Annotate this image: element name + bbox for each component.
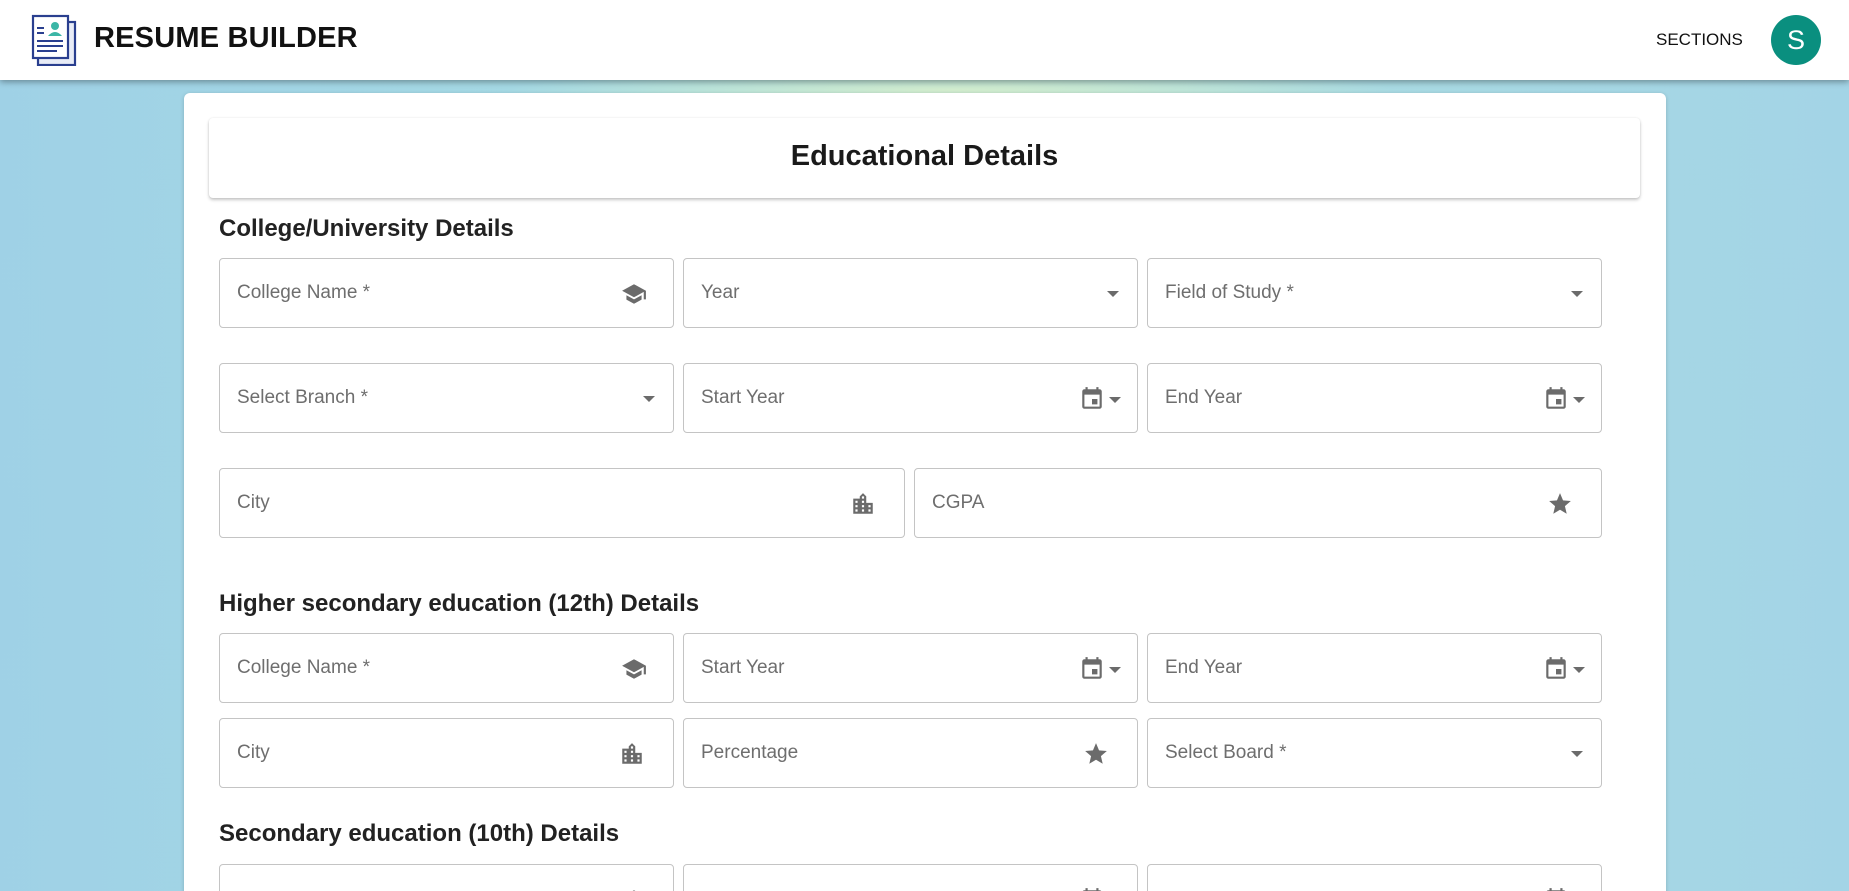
higher-secondary-heading: Higher secondary education (12th) Detail… — [219, 590, 700, 617]
calendar-icon[interactable] — [1543, 886, 1591, 891]
sec-start-year-picker[interactable] — [683, 864, 1138, 891]
app-bar: RESUME BUILDER SECTIONS S — [0, 0, 1849, 80]
hs-end-year-picker[interactable]: End Year — [1147, 633, 1602, 703]
calendar-icon[interactable] — [1543, 385, 1591, 413]
cgpa-label: CGPA — [932, 492, 985, 513]
percentage-label: Percentage — [701, 742, 799, 763]
college-end-year-picker[interactable]: End Year — [1147, 363, 1602, 433]
secondary-heading: Secondary education (10th) Details — [219, 820, 620, 847]
board-select[interactable]: Select Board * — [1147, 718, 1602, 788]
app-title: RESUME BUILDER — [94, 22, 358, 54]
percentage-field[interactable]: Percentage — [683, 718, 1138, 788]
city-icon — [619, 741, 645, 767]
hs-college-name-label: College Name * — [237, 657, 371, 678]
school-icon — [621, 281, 647, 307]
sec-end-year-picker[interactable] — [1147, 864, 1602, 891]
college-name-field[interactable]: College Name * — [219, 258, 674, 328]
end-year-label: End Year — [1165, 387, 1243, 408]
hs-city-label: City — [237, 742, 270, 763]
hs-start-year-label: Start Year — [701, 657, 785, 678]
chevron-down-icon — [1107, 291, 1119, 297]
school-icon — [621, 887, 647, 891]
field-of-study-select[interactable]: Field of Study * — [1147, 258, 1602, 328]
start-year-label: Start Year — [701, 387, 785, 408]
college-city-field[interactable]: City — [219, 468, 905, 538]
city-label: City — [237, 492, 270, 513]
college-section-heading: College/University Details — [219, 215, 514, 242]
calendar-icon[interactable] — [1079, 655, 1127, 683]
branch-label: Select Branch * — [237, 387, 368, 408]
hs-college-name-field[interactable]: College Name * — [219, 633, 674, 703]
chevron-down-icon — [1571, 291, 1583, 297]
sec-school-name-field[interactable] — [219, 864, 674, 891]
chevron-down-icon — [1571, 751, 1583, 757]
title-panel: Educational Details — [209, 118, 1640, 198]
star-icon — [1083, 741, 1109, 767]
field-of-study-label: Field of Study * — [1165, 282, 1294, 303]
calendar-icon[interactable] — [1543, 655, 1591, 683]
avatar[interactable]: S — [1771, 15, 1821, 65]
sections-button[interactable]: SECTIONS — [1648, 24, 1751, 56]
calendar-icon[interactable] — [1079, 385, 1127, 413]
year-label: Year — [701, 282, 740, 303]
resume-logo — [31, 14, 77, 67]
hs-end-year-label: End Year — [1165, 657, 1243, 678]
year-select[interactable]: Year — [683, 258, 1138, 328]
cgpa-field[interactable]: CGPA — [914, 468, 1602, 538]
city-icon — [850, 491, 876, 517]
college-name-label: College Name * — [237, 282, 371, 303]
branch-select[interactable]: Select Branch * — [219, 363, 674, 433]
board-label: Select Board * — [1165, 742, 1287, 763]
page-title: Educational Details — [790, 140, 1059, 172]
calendar-icon[interactable] — [1079, 886, 1127, 891]
hs-start-year-picker[interactable]: Start Year — [683, 633, 1138, 703]
school-icon — [621, 656, 647, 682]
form-card: Educational Details College/University D… — [184, 93, 1666, 891]
star-icon — [1547, 491, 1573, 517]
chevron-down-icon — [643, 396, 655, 402]
college-start-year-picker[interactable]: Start Year — [683, 363, 1138, 433]
hs-city-field[interactable]: City — [219, 718, 674, 788]
